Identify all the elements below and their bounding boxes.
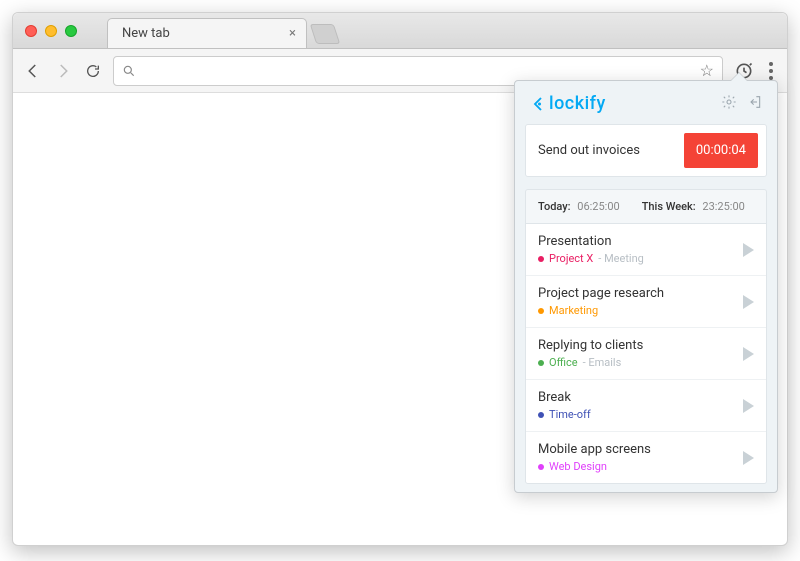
entry-title: Break	[538, 390, 591, 405]
entry-title: Project page research	[538, 286, 664, 301]
browser-menu-button[interactable]	[765, 62, 777, 80]
entry-project: Project X	[549, 252, 593, 265]
play-button[interactable]	[743, 347, 754, 361]
today-value: 06:25:00	[577, 200, 619, 213]
brand-text: lockify	[549, 93, 606, 114]
project-color-dot	[538, 464, 544, 470]
play-button[interactable]	[743, 399, 754, 413]
bookmark-star-icon[interactable]: ☆	[700, 61, 714, 80]
settings-button[interactable]	[721, 94, 737, 114]
maximize-window-button[interactable]	[65, 25, 77, 37]
timer-elapsed-badge[interactable]: 00:00:04	[684, 133, 758, 168]
forward-button[interactable]	[53, 61, 73, 81]
week-label: This Week:	[642, 200, 696, 213]
logout-button[interactable]	[747, 94, 763, 114]
reload-button[interactable]	[83, 61, 103, 81]
new-tab-button[interactable]	[310, 24, 340, 44]
project-color-dot	[538, 412, 544, 418]
popup-header: lockify	[515, 81, 777, 124]
entry-tag: Emails	[583, 356, 622, 369]
entry-project: Office	[549, 356, 578, 369]
play-button[interactable]	[743, 295, 754, 309]
stats-bar: Today: 06:25:00 This Week: 23:25:00	[525, 189, 767, 223]
project-color-dot	[538, 360, 544, 366]
project-color-dot	[538, 256, 544, 262]
entry-tag: Meeting	[598, 252, 644, 265]
close-window-button[interactable]	[25, 25, 37, 37]
back-button[interactable]	[23, 61, 43, 81]
titlebar: New tab ×	[13, 13, 787, 49]
tab-title: New tab	[122, 26, 170, 41]
entry-title: Mobile app screens	[538, 442, 651, 457]
url-input[interactable]	[144, 63, 692, 78]
time-entry[interactable]: Break Time-off	[526, 379, 766, 431]
entries-list: Presentation Project X Meeting Project p…	[525, 223, 767, 484]
current-timer-row: Send out invoices 00:00:04	[525, 124, 767, 177]
close-tab-button[interactable]: ×	[289, 26, 296, 41]
minimize-window-button[interactable]	[45, 25, 57, 37]
search-icon	[122, 64, 136, 78]
play-button[interactable]	[743, 451, 754, 465]
entry-project: Time-off	[549, 408, 591, 421]
week-value: 23:25:00	[702, 200, 744, 213]
clockify-popup: lockify Send out invoices 00:00:04 Today…	[514, 80, 778, 493]
time-entry[interactable]: Presentation Project X Meeting	[526, 224, 766, 275]
entry-title: Presentation	[538, 234, 644, 249]
time-entry[interactable]: Project page research Marketing	[526, 275, 766, 327]
entry-project: Marketing	[549, 304, 598, 317]
clockify-logo: lockify	[529, 93, 606, 114]
entry-project: Web Design	[549, 460, 607, 473]
entry-title: Replying to clients	[538, 338, 643, 353]
today-label: Today:	[538, 200, 571, 213]
browser-tab[interactable]: New tab ×	[107, 18, 307, 48]
project-color-dot	[538, 308, 544, 314]
current-entry-description[interactable]: Send out invoices	[538, 143, 640, 158]
time-entry[interactable]: Mobile app screens Web Design	[526, 431, 766, 483]
time-entry[interactable]: Replying to clients Office Emails	[526, 327, 766, 379]
window-controls	[25, 25, 77, 37]
play-button[interactable]	[743, 243, 754, 257]
